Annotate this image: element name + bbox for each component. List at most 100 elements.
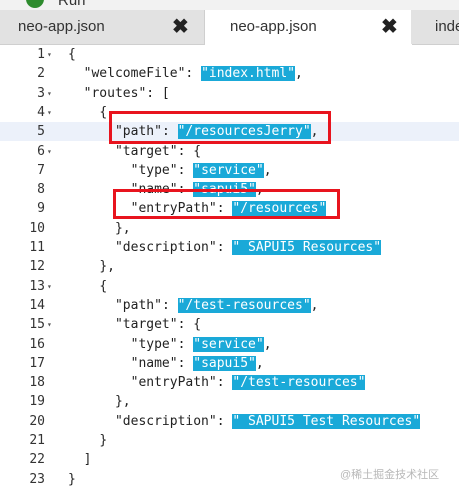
string-value: "service"	[193, 162, 264, 178]
line-number: 14	[29, 297, 45, 313]
line-gutter: 10	[0, 219, 58, 238]
line-gutter: 17	[0, 354, 58, 373]
code-text: {	[99, 104, 108, 120]
code-line: 11 "description": " SAPUI5 Resources"	[0, 238, 459, 257]
code-line: 10 },	[0, 219, 459, 238]
fold-arrow-icon[interactable]: ▾	[47, 142, 52, 161]
code-text: {	[68, 47, 76, 62]
code-text: "type": "service",	[130, 336, 272, 352]
tab-neo-app-json-1[interactable]: neo-app.json ✖	[0, 10, 204, 44]
line-number: 8	[37, 182, 45, 198]
fold-arrow-icon[interactable]: ▾	[47, 277, 52, 296]
tab-label: index	[435, 18, 459, 35]
string-value: "/test-resources"	[177, 297, 311, 313]
line-gutter: 14	[0, 296, 58, 315]
line-gutter: 2	[0, 64, 58, 83]
fold-arrow-icon[interactable]: ▾	[47, 315, 52, 334]
line-gutter: 1 ▾	[0, 45, 58, 64]
code-line: 1 ▾ {	[0, 45, 459, 64]
code-text: "welcomeFile": "index.html",	[83, 66, 303, 82]
line-gutter: 7	[0, 161, 58, 180]
string-value: " SAPUI5 Test Resources"	[232, 413, 421, 429]
code-text: },	[114, 394, 131, 410]
line-number: 11	[29, 240, 45, 255]
code-text: "routes": [	[83, 85, 170, 101]
code-line: 12 },	[0, 257, 459, 276]
line-number: 18	[29, 375, 45, 391]
line-gutter: 21	[0, 431, 58, 450]
code-text: "description": " SAPUI5 Resources"	[114, 240, 382, 255]
line-number: 15	[29, 317, 45, 333]
line-number: 16	[29, 336, 45, 352]
line-gutter: 4 ▾	[0, 103, 58, 122]
line-number: 4	[37, 104, 45, 120]
code-line: 17 "name": "sapui5",	[0, 354, 459, 373]
code-line: 14 "path": "/test-resources",	[0, 296, 459, 315]
line-number: 9	[37, 201, 45, 217]
line-gutter: 3 ▾	[0, 84, 58, 103]
line-gutter: 18	[0, 373, 58, 392]
code-text: "target": {	[114, 317, 202, 333]
line-number: 20	[29, 413, 45, 429]
code-text: "target": {	[114, 143, 202, 159]
code-text: },	[114, 220, 131, 236]
line-number: 6	[37, 143, 45, 159]
code-line: 21 }	[0, 431, 459, 450]
line-gutter: 16	[0, 335, 58, 354]
string-value: "index.html"	[201, 66, 295, 82]
line-number: 1	[37, 47, 45, 62]
code-line: 2 "welcomeFile": "index.html",	[0, 64, 459, 83]
run-icon[interactable]	[26, 0, 44, 8]
annotation-box-path	[109, 111, 331, 144]
editor-tab-bar: neo-app.json ✖ neo-app.json ✖ index	[0, 10, 459, 45]
top-toolbar: Run	[0, 0, 459, 10]
tab-label: neo-app.json	[230, 18, 317, 35]
line-number: 5	[37, 124, 45, 140]
line-gutter: 6 ▾	[0, 142, 58, 161]
line-number: 2	[37, 66, 45, 82]
run-label[interactable]: Run	[58, 0, 86, 9]
fold-arrow-icon[interactable]: ▾	[47, 103, 52, 122]
line-gutter: 13 ▾	[0, 277, 58, 296]
string-value: "sapui5"	[193, 355, 256, 371]
close-icon[interactable]: ✖	[172, 15, 189, 39]
code-line: 6 ▾ "target": {	[0, 142, 459, 161]
code-line: 20 "description": " SAPUI5 Test Resource…	[0, 412, 459, 431]
code-text: "path": "/test-resources",	[114, 297, 319, 313]
code-text: "description": " SAPUI5 Test Resources"	[114, 413, 421, 429]
code-text: ]	[83, 452, 92, 468]
tab-index[interactable]: index	[411, 10, 459, 44]
fold-arrow-icon[interactable]: ▾	[47, 45, 52, 64]
tab-label: neo-app.json	[18, 18, 105, 35]
close-icon[interactable]: ✖	[381, 15, 398, 39]
line-number: 17	[29, 355, 45, 371]
code-line: 15 ▾ "target": {	[0, 315, 459, 334]
code-editor[interactable]: 1 ▾ { 2 "welcomeFile": "index.html", 3 ▾ "…	[0, 44, 459, 487]
code-line: 7 "type": "service",	[0, 161, 459, 180]
line-number: 7	[37, 162, 45, 178]
code-line: 16 "type": "service",	[0, 335, 459, 354]
line-gutter: 22	[0, 450, 58, 469]
code-line: 19 },	[0, 392, 459, 411]
line-gutter: 9	[0, 199, 58, 218]
watermark: @稀土掘金技术社区	[340, 469, 440, 481]
string-value: " SAPUI5 Resources"	[232, 240, 382, 255]
line-number: 3	[37, 85, 45, 101]
code-line: 13 ▾ {	[0, 277, 459, 296]
code-text: },	[99, 259, 115, 275]
fold-arrow-icon[interactable]: ▾	[47, 84, 52, 103]
line-gutter: 20	[0, 412, 58, 431]
code-text: "name": "sapui5",	[130, 355, 264, 371]
annotation-box-entrypath	[113, 189, 340, 219]
line-number: 12	[29, 259, 45, 275]
line-number: 19	[29, 394, 45, 410]
tab-neo-app-json-active[interactable]: neo-app.json ✖	[204, 10, 413, 45]
code-text: {	[99, 278, 108, 294]
string-value: "/test-resources"	[232, 375, 366, 391]
code-text: "entryPath": "/test-resources"	[130, 375, 366, 391]
code-line: 18 "entryPath": "/test-resources"	[0, 373, 459, 392]
line-gutter: 5	[0, 122, 58, 141]
line-number: 21	[29, 433, 45, 448]
line-number: 13	[29, 278, 45, 294]
code-text: "type": "service",	[130, 162, 272, 178]
